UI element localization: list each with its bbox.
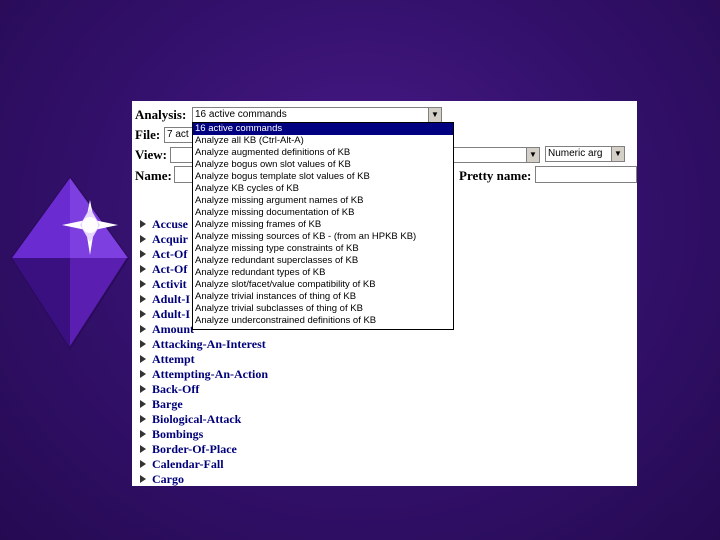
- expand-triangle-icon[interactable]: [140, 280, 146, 289]
- expand-triangle-icon[interactable]: [140, 220, 146, 229]
- diamond-sparkle-decoration: [10, 176, 130, 350]
- dropdown-option[interactable]: Analyze missing type constraints of KB: [193, 243, 453, 255]
- dropdown-option[interactable]: Analyze all KB (Ctrl-Alt-A): [193, 135, 453, 147]
- analysis-label: Analysis:: [135, 107, 187, 122]
- list-item[interactable]: Cargo: [140, 471, 268, 486]
- view-mode-select[interactable]: Numeric arg ▼: [545, 146, 625, 162]
- pretty-name-label: Pretty name:: [459, 168, 532, 183]
- dropdown-option[interactable]: Analyze redundant types of KB: [193, 267, 453, 279]
- pretty-name-input[interactable]: [535, 166, 637, 183]
- view-label: View:: [135, 147, 168, 162]
- expand-triangle-icon[interactable]: [140, 340, 146, 349]
- dropdown-option[interactable]: Analyze bogus template slot values of KB: [193, 171, 453, 183]
- expand-triangle-icon[interactable]: [140, 355, 146, 364]
- expand-triangle-icon[interactable]: [140, 385, 146, 394]
- expand-triangle-icon[interactable]: [140, 265, 146, 274]
- chevron-down-icon[interactable]: ▼: [526, 148, 539, 162]
- dropdown-option[interactable]: Analyze KB cycles of KB: [193, 183, 453, 195]
- expand-triangle-icon[interactable]: [140, 235, 146, 244]
- chevron-down-icon[interactable]: ▼: [428, 108, 441, 122]
- expand-triangle-icon[interactable]: [140, 460, 146, 469]
- list-item[interactable]: Attacking-An-Interest: [140, 336, 268, 351]
- analysis-select-value: 16 active commands: [195, 109, 287, 120]
- expand-triangle-icon[interactable]: [140, 430, 146, 439]
- list-item[interactable]: Attempting-An-Action: [140, 366, 268, 381]
- dropdown-option[interactable]: Analyze augmented definitions of KB: [193, 147, 453, 159]
- dropdown-option[interactable]: Analyze bogus own slot values of KB: [193, 159, 453, 171]
- dropdown-option[interactable]: 16 active commands: [193, 123, 453, 135]
- name-input[interactable]: [174, 166, 194, 183]
- list-item[interactable]: Barge: [140, 396, 268, 411]
- chevron-down-icon[interactable]: ▼: [611, 147, 624, 161]
- expand-triangle-icon[interactable]: [140, 445, 146, 454]
- list-item[interactable]: Back-Off: [140, 381, 268, 396]
- expand-triangle-icon[interactable]: [140, 310, 146, 319]
- dropdown-option[interactable]: Analyze slot/facet/value compatibility o…: [193, 279, 453, 291]
- dropdown-option[interactable]: Analyze missing sources of KB - (from an…: [193, 231, 453, 243]
- expand-triangle-icon[interactable]: [140, 415, 146, 424]
- dropdown-option[interactable]: Analyze missing frames of KB: [193, 219, 453, 231]
- name-label: Name:: [135, 168, 172, 183]
- expand-triangle-icon[interactable]: [140, 475, 146, 484]
- dropdown-option[interactable]: Analyze missing argument names of KB: [193, 195, 453, 207]
- analysis-dropdown-list: 16 active commands Analyze all KB (Ctrl-…: [192, 122, 454, 330]
- list-item[interactable]: Attempt: [140, 351, 268, 366]
- dropdown-option[interactable]: Analyze trivial subclasses of thing of K…: [193, 303, 453, 315]
- dropdown-option[interactable]: Analyze missing documentation of KB: [193, 207, 453, 219]
- expand-triangle-icon[interactable]: [140, 295, 146, 304]
- list-item[interactable]: Calendar-Fall: [140, 456, 268, 471]
- expand-triangle-icon[interactable]: [140, 325, 146, 334]
- view-mode-value: Numeric arg: [548, 148, 603, 159]
- list-item[interactable]: Border-Of-Place: [140, 441, 268, 456]
- expand-triangle-icon[interactable]: [140, 370, 146, 379]
- dropdown-option[interactable]: Analyze redundant superclasses of KB: [193, 255, 453, 267]
- list-item[interactable]: Bombings: [140, 426, 268, 441]
- dropdown-option[interactable]: Analyze trivial instances of thing of KB: [193, 291, 453, 303]
- dropdown-option[interactable]: Analyze underconstrained definitions of …: [193, 315, 453, 327]
- list-item[interactable]: Biological-Attack: [140, 411, 268, 426]
- expand-triangle-icon[interactable]: [140, 250, 146, 259]
- analysis-select[interactable]: 16 active commands ▼: [192, 107, 442, 123]
- file-select-value: 7 act: [167, 129, 189, 140]
- expand-triangle-icon[interactable]: [140, 400, 146, 409]
- file-label: File:: [135, 127, 161, 142]
